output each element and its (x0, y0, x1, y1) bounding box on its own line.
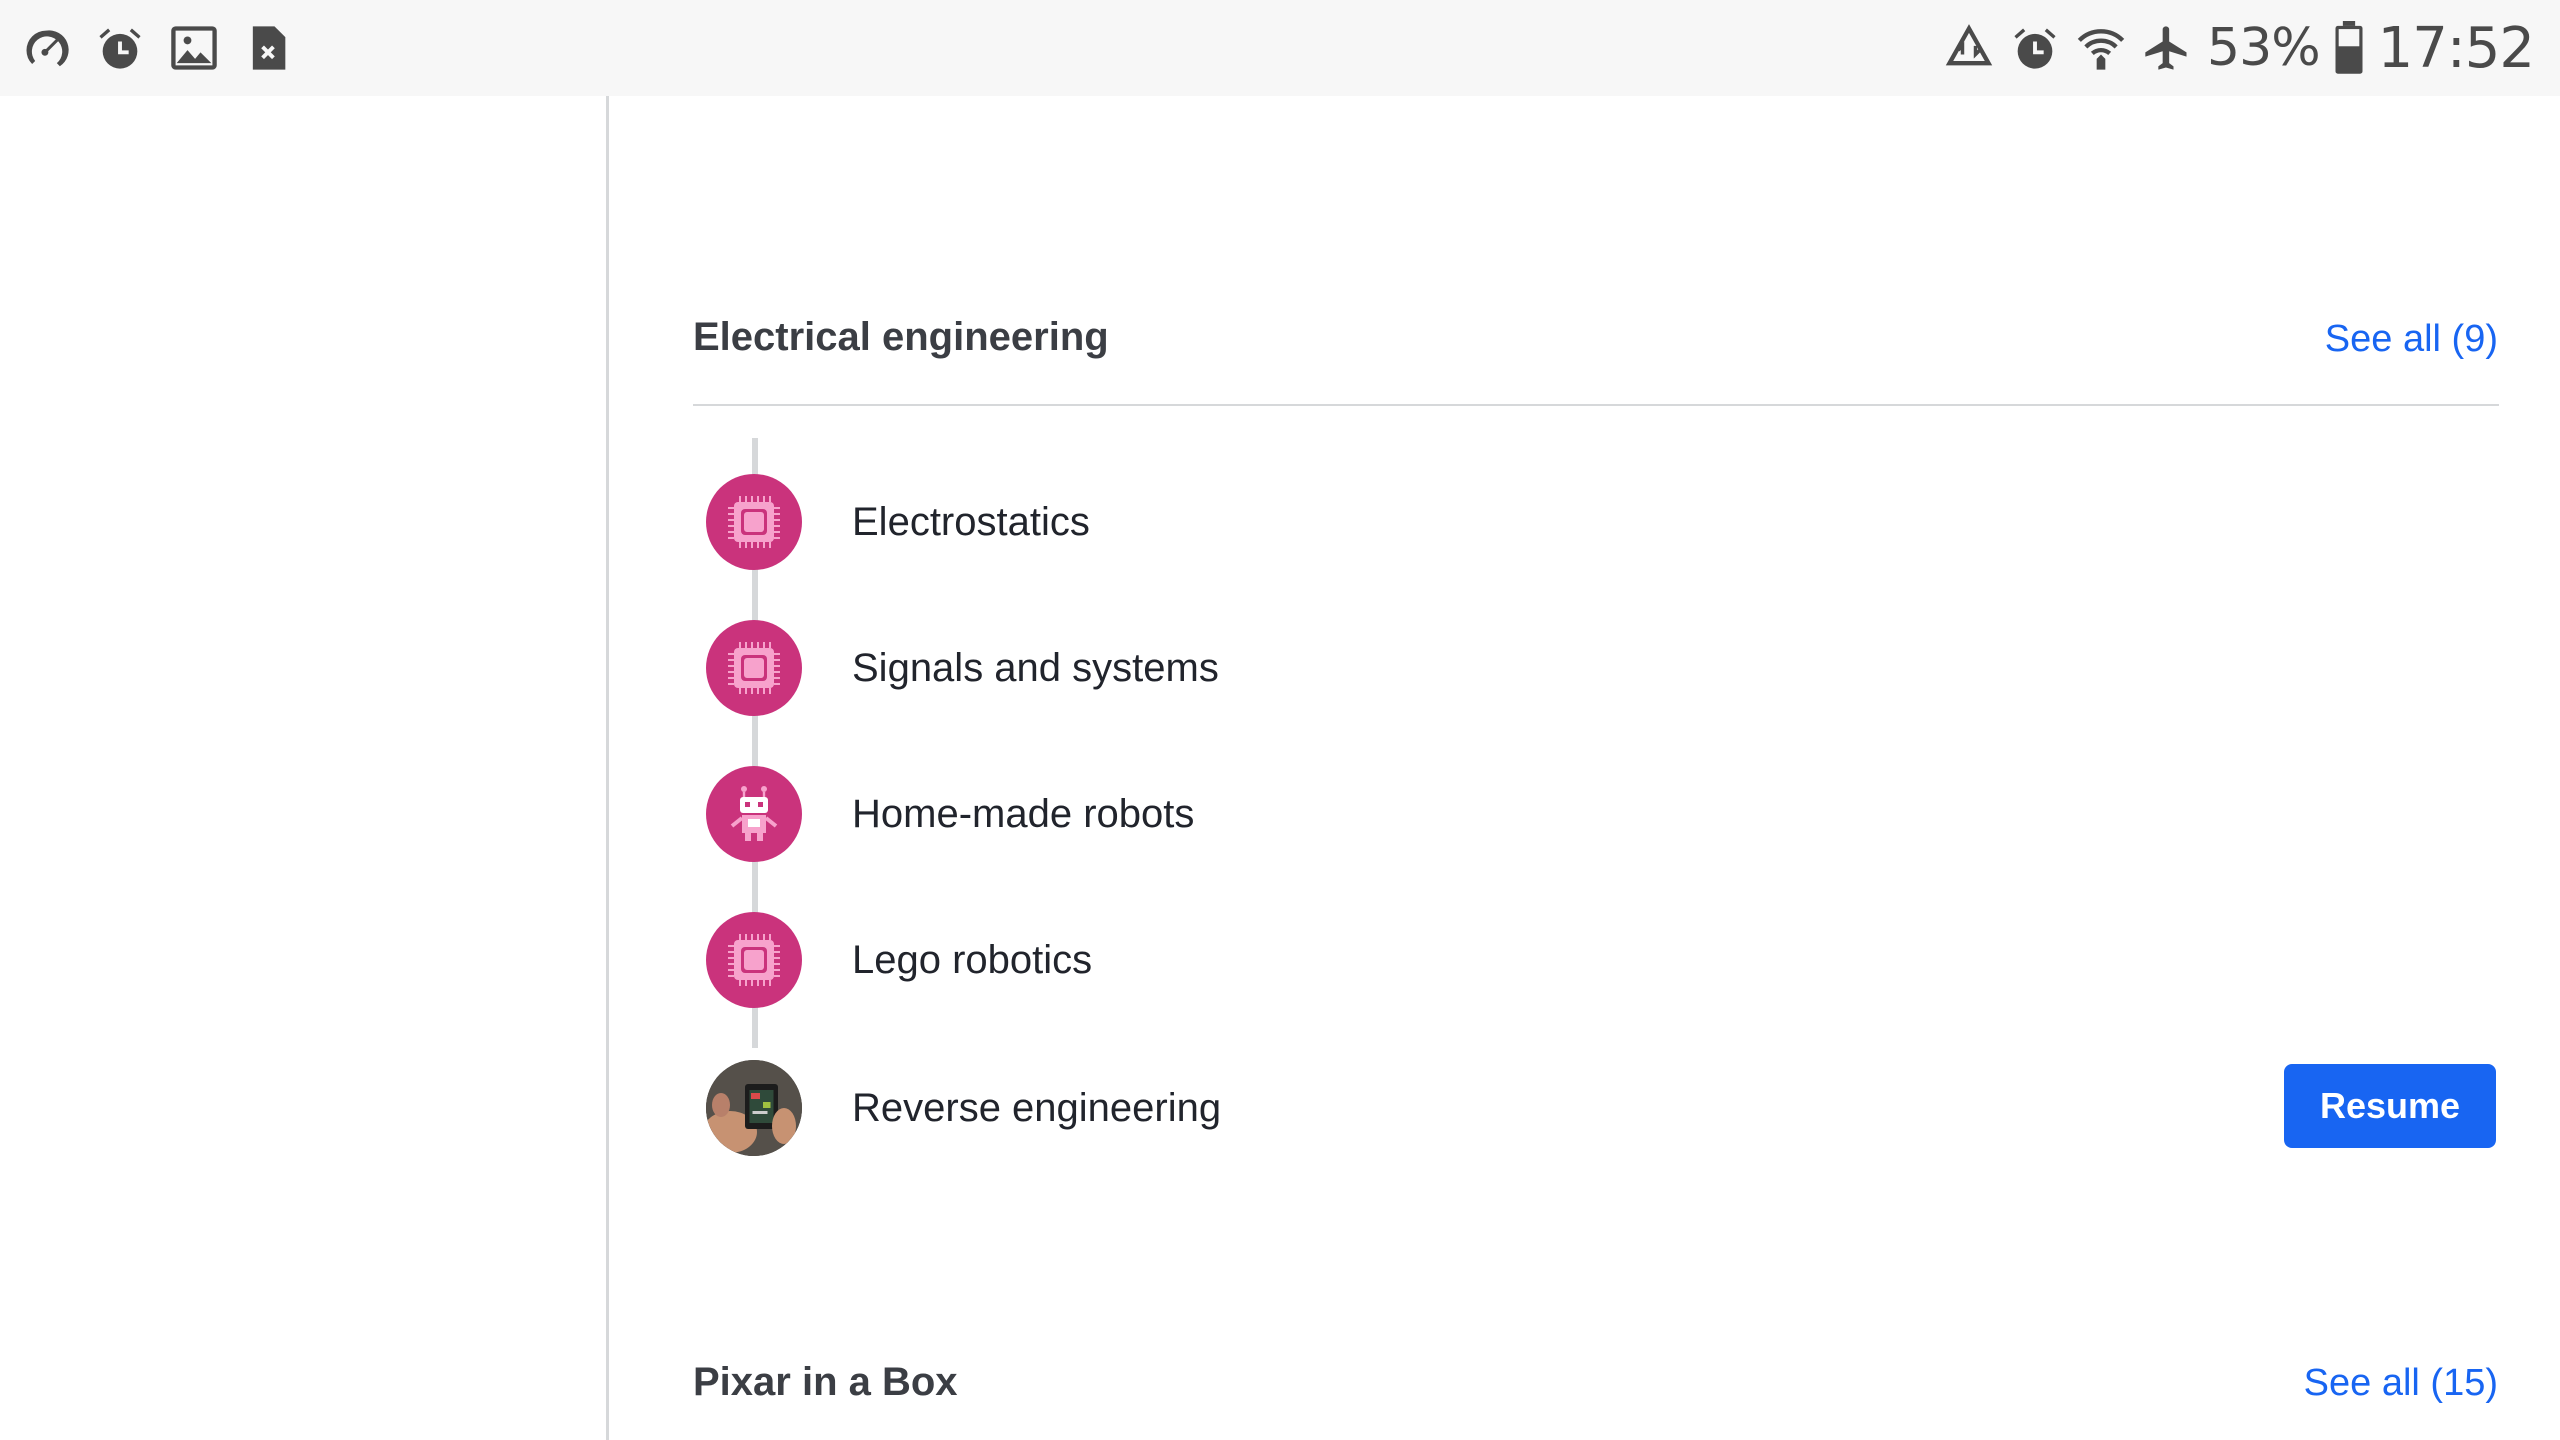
status-bar-right: 53% 17:52 (1943, 15, 2535, 81)
topic-label: Lego robotics (852, 937, 1093, 982)
topic-row[interactable]: Home-made robots (706, 764, 2496, 864)
alarm-icon (94, 22, 146, 74)
topic-label: Reverse engineering (852, 1085, 1222, 1130)
see-all-link[interactable]: See all (9) (2325, 318, 2498, 361)
data-saver-icon (1943, 22, 1995, 74)
topic-row[interactable]: Reverse engineering Resume (706, 1058, 2496, 1158)
airplane-mode-icon (2141, 22, 2193, 74)
clock: 17:52 (2377, 15, 2535, 81)
see-all-link[interactable]: See all (15) (2304, 1362, 2498, 1405)
alarm-icon (2009, 22, 2061, 74)
image-icon (168, 22, 220, 74)
chip-icon (706, 912, 802, 1008)
chip-icon (706, 474, 802, 570)
section-divider (693, 404, 2499, 406)
section-title: Pixar in a Box (693, 1360, 958, 1404)
topic-row[interactable]: Lego robotics (706, 910, 2496, 1010)
robot-icon (706, 766, 802, 862)
section-title: Electrical engineering (693, 315, 1109, 359)
battery-icon (2334, 21, 2364, 75)
chip-icon (706, 620, 802, 716)
speedometer-icon (20, 22, 72, 74)
sim-error-icon (242, 22, 294, 74)
status-bar-left (20, 20, 294, 76)
battery-percentage: 53% (2207, 18, 2321, 78)
topic-row[interactable]: Signals and systems (706, 618, 2496, 718)
wifi-icon (2075, 22, 2127, 74)
topic-label: Electrostatics (852, 499, 1090, 544)
topic-label: Home-made robots (852, 791, 1195, 836)
circuit-board-photo (706, 1060, 802, 1156)
resume-button[interactable]: Resume (2284, 1064, 2496, 1148)
status-bar: 53% 17:52 (0, 0, 2560, 96)
sidebar (0, 96, 609, 1440)
topic-row[interactable]: Electrostatics (706, 472, 2496, 572)
topic-label: Signals and systems (852, 645, 1219, 690)
